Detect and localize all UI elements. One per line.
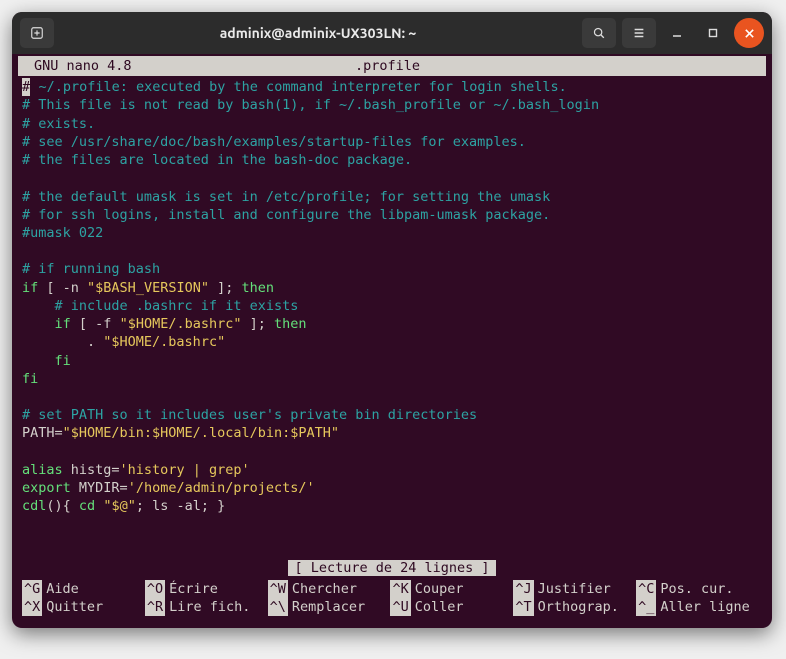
close-icon <box>744 28 755 39</box>
terminal-body[interactable]: GNU nano 4.8 .profile # ~/.profile: exec… <box>12 56 772 628</box>
close-button[interactable] <box>734 18 764 48</box>
nano-shortcuts: ^GAide ^OÉcrire ^WChercher ^KCouper ^JJu… <box>18 578 766 622</box>
shortcut-cut: ^KCouper <box>390 580 513 598</box>
nano-statusbar: [ Lecture de 24 lignes ] <box>18 559 766 577</box>
nano-app-name: GNU nano 4.8 <box>22 57 355 75</box>
shortcut-spell: ^TOrthograp. <box>513 598 636 616</box>
titlebar: adminix@adminix-UX303LN: ~ <box>12 12 772 54</box>
shortcut-curpos: ^CPos. cur. <box>636 580 759 598</box>
maximize-button[interactable] <box>698 18 728 48</box>
shortcut-help: ^GAide <box>22 580 145 598</box>
shortcut-write: ^OÉcrire <box>145 580 268 598</box>
terminal-window: adminix@adminix-UX303LN: ~ <box>12 12 772 628</box>
window-title: adminix@adminix-UX303LN: ~ <box>60 25 576 41</box>
minimize-icon <box>671 27 683 39</box>
shortcut-search: ^WChercher <box>268 580 391 598</box>
shortcut-replace: ^\Remplacer <box>268 598 391 616</box>
shortcut-justify: ^JJustifier <box>513 580 636 598</box>
search-icon <box>592 26 606 40</box>
editor-content[interactable]: # ~/.profile: executed by the command in… <box>18 76 766 519</box>
minimize-button[interactable] <box>662 18 692 48</box>
shortcut-exit: ^XQuitter <box>22 598 145 616</box>
maximize-icon <box>707 27 719 39</box>
nano-status-text: [ Lecture de 24 lignes ] <box>288 560 495 576</box>
hamburger-icon <box>632 26 646 40</box>
search-button[interactable] <box>582 18 616 48</box>
nano-filename: .profile <box>355 57 762 75</box>
menu-button[interactable] <box>622 18 656 48</box>
new-tab-button[interactable] <box>20 18 54 48</box>
new-tab-icon <box>30 26 44 40</box>
shortcut-paste: ^UColler <box>390 598 513 616</box>
nano-header: GNU nano 4.8 .profile <box>18 56 766 76</box>
shortcut-goto: ^_Aller ligne <box>636 598 759 616</box>
shortcut-read: ^RLire fich. <box>145 598 268 616</box>
